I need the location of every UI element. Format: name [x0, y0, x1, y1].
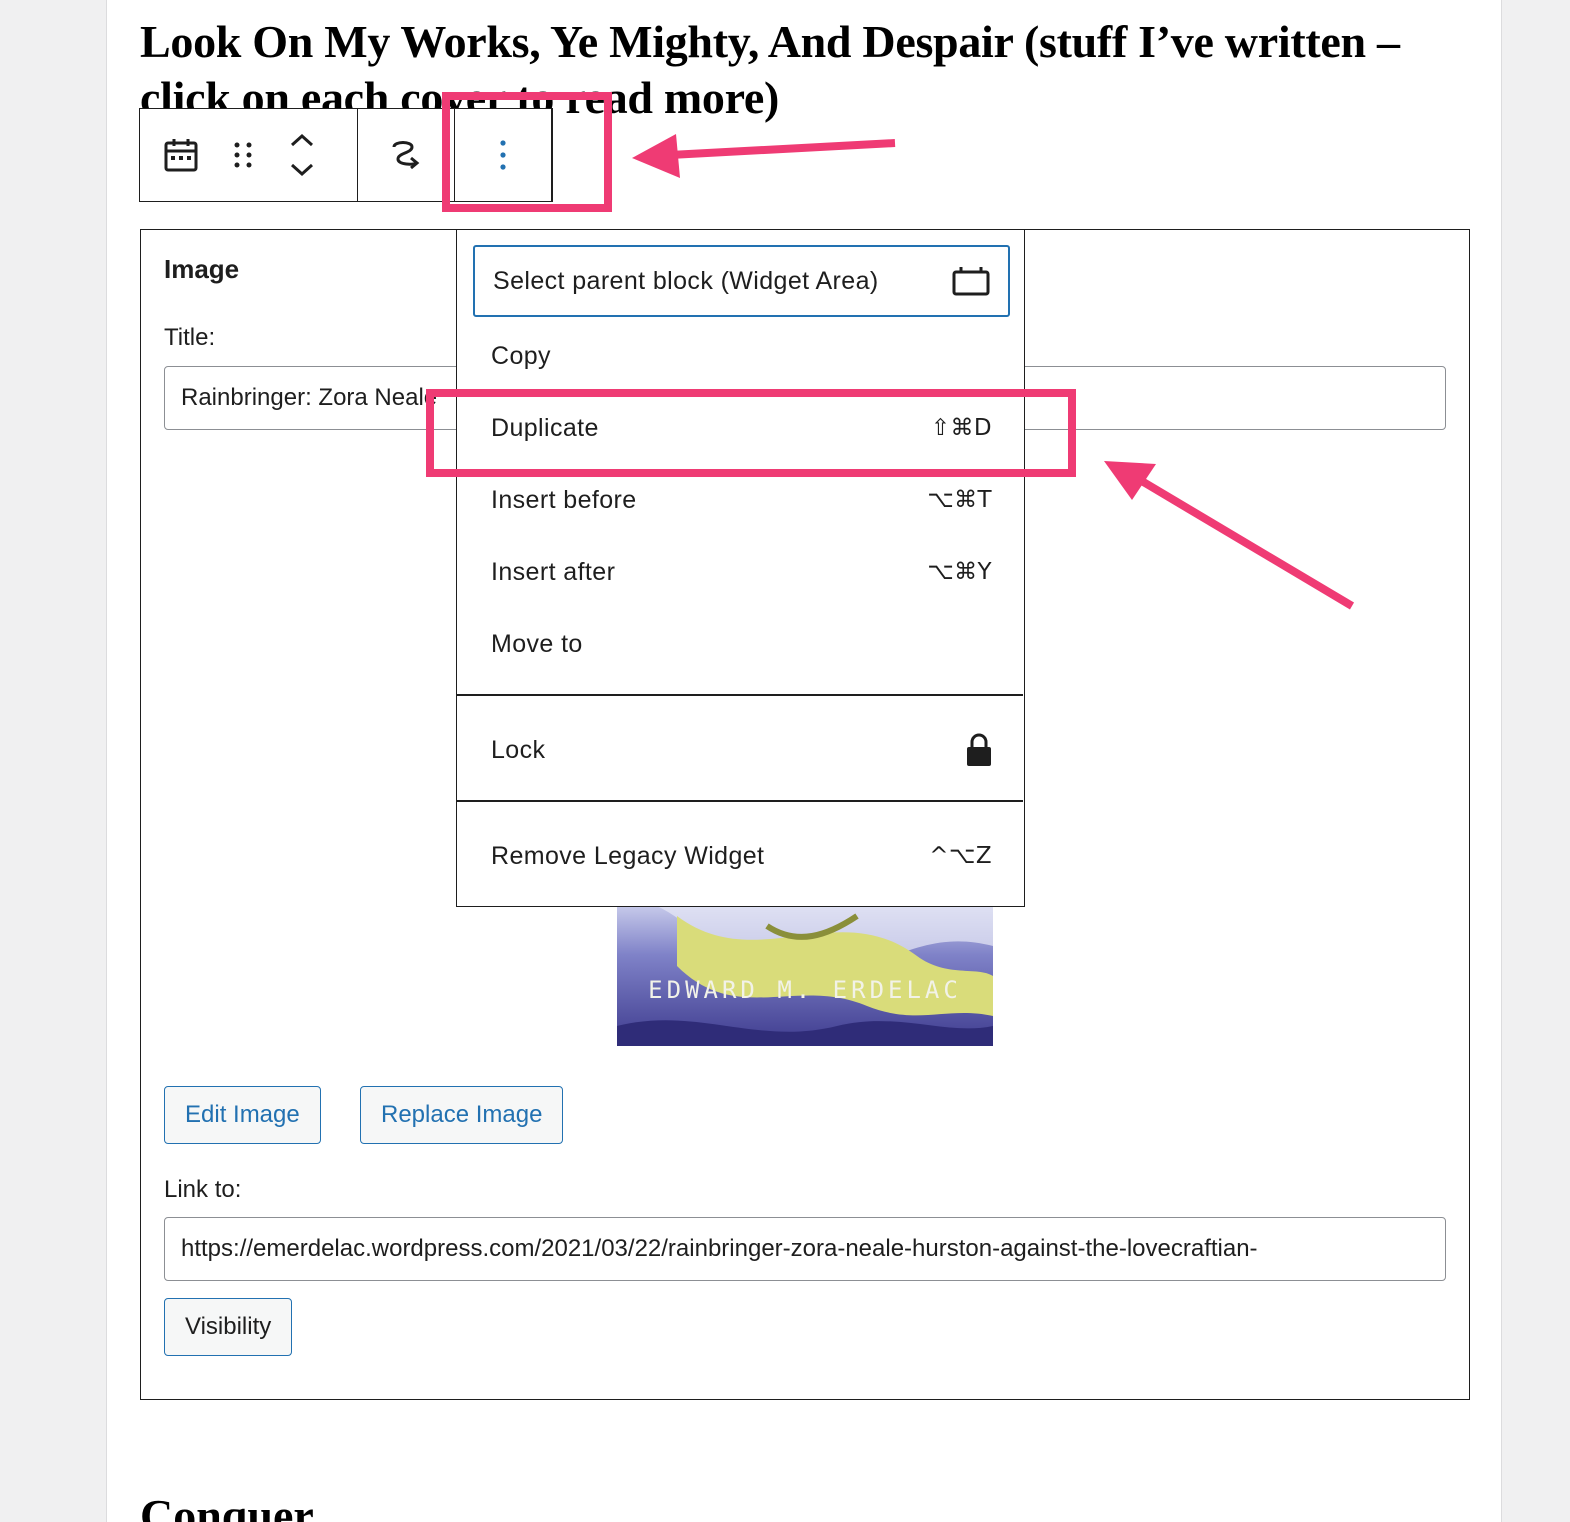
edit-image-button[interactable]: Edit Image: [164, 1086, 321, 1144]
menu-divider: [457, 694, 1023, 696]
menu-item-label: Lock: [491, 735, 546, 764]
menu-item-remove-widget[interactable]: Remove Legacy Widget ^⌥Z: [473, 820, 1010, 892]
menu-item-label: Copy: [491, 341, 551, 370]
toolbar-group-options: [455, 109, 552, 201]
lock-icon: [967, 733, 991, 766]
calendar-icon: [164, 139, 198, 172]
menu-item-label: Insert after: [491, 557, 616, 586]
menu-item-label: Remove Legacy Widget: [491, 841, 765, 870]
link-input[interactable]: https://emerdelac.wordpress.com/2021/03/…: [164, 1217, 1446, 1281]
shortcut-duplicate: ⇧⌘D: [930, 415, 992, 441]
menu-item-label: Move to: [491, 629, 583, 658]
widget-area-icon: [952, 267, 990, 296]
drag-handle[interactable]: [222, 109, 264, 201]
options-button[interactable]: [455, 109, 551, 201]
menu-item-insert-before[interactable]: Insert before ⌥⌘T: [473, 464, 1010, 536]
menu-item-lock[interactable]: Lock: [473, 714, 1010, 786]
title-label: Title:: [164, 324, 216, 351]
toolbar-group-block: [140, 109, 358, 201]
shortcut-remove: ^⌥Z: [929, 843, 992, 869]
move-up-icon: [290, 133, 314, 147]
shortcut-insert-after: ⌥⌘Y: [927, 559, 992, 585]
menu-item-label: Insert before: [491, 485, 637, 514]
mover-controls: [264, 109, 340, 201]
visibility-button[interactable]: Visibility: [164, 1298, 293, 1356]
menu-item-select-parent[interactable]: Select parent block (Widget Area): [473, 245, 1010, 317]
block-toolbar: [139, 108, 553, 202]
move-down-icon: [290, 163, 314, 177]
menu-item-copy[interactable]: Copy: [473, 320, 1010, 392]
block-options-menu: Select parent block (Widget Area) Copy D…: [456, 229, 1025, 907]
menu-item-duplicate[interactable]: Duplicate ⇧⌘D: [473, 392, 1010, 464]
link-label: Link to:: [164, 1176, 242, 1203]
menu-item-label: Duplicate: [491, 413, 599, 442]
transform-button[interactable]: [358, 109, 454, 201]
move-up-button[interactable]: [289, 125, 315, 155]
block-type-button[interactable]: [140, 109, 222, 201]
shortcut-insert-before: ⌥⌘T: [927, 487, 992, 513]
menu-item-move-to[interactable]: Move to: [473, 608, 1010, 680]
widget-title: Image: [164, 254, 240, 284]
transform-icon: [392, 141, 420, 170]
replace-image-button[interactable]: Replace Image: [360, 1086, 564, 1144]
next-section-heading: Conquer: [140, 1490, 314, 1522]
move-down-button[interactable]: [289, 155, 315, 185]
menu-item-label: Select parent block (Widget Area): [493, 266, 879, 295]
drag-handle-icon: [234, 142, 252, 168]
options-icon: [500, 140, 506, 170]
book-cover-image[interactable]: EDWARD M. ERDELAC: [617, 906, 993, 1046]
cover-author-text: EDWARD M. ERDELAC: [648, 976, 962, 1004]
menu-divider: [457, 800, 1023, 802]
menu-item-insert-after[interactable]: Insert after ⌥⌘Y: [473, 536, 1010, 608]
toolbar-group-transform: [358, 109, 455, 201]
